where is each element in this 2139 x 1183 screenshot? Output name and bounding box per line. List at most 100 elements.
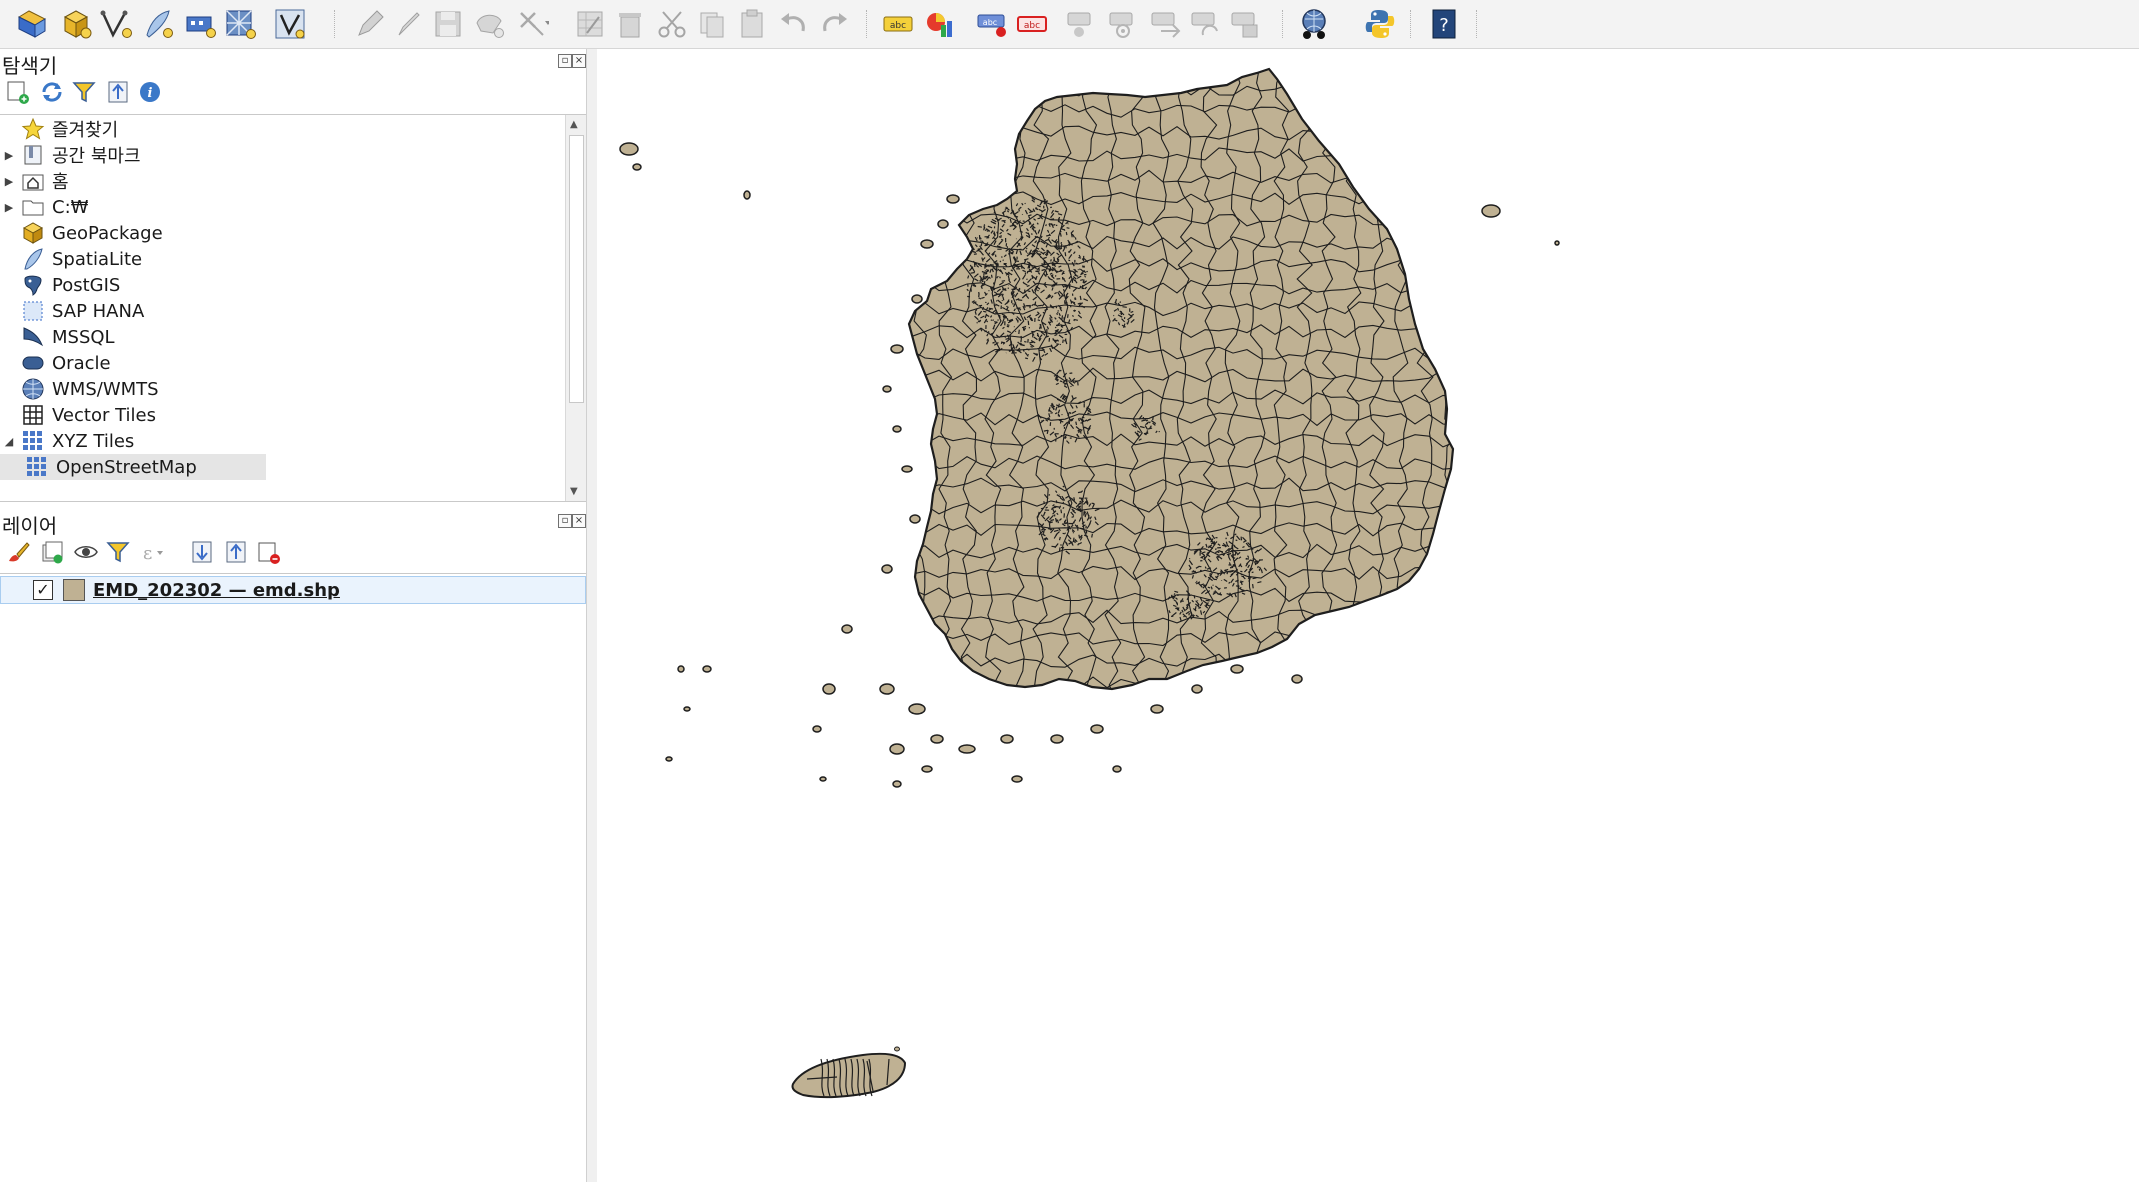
move-label-icon[interactable] bbox=[1064, 6, 1100, 42]
add-feature-icon[interactable] bbox=[472, 6, 508, 42]
refresh-icon[interactable] bbox=[38, 78, 66, 106]
layers-float-button[interactable]: ▫ bbox=[558, 514, 572, 528]
layer-name[interactable]: EMD_202302 — emd.shp bbox=[93, 580, 340, 601]
label-abc-icon[interactable]: abc bbox=[880, 6, 916, 42]
tree-expander[interactable]: ▶ bbox=[2, 175, 16, 188]
tree-expander[interactable]: ▶ bbox=[2, 149, 16, 162]
filter-legend-icon[interactable] bbox=[104, 538, 132, 566]
tree-item-c-drive[interactable]: ▶ C:₩ bbox=[0, 194, 560, 220]
open-project-icon[interactable] bbox=[14, 6, 50, 42]
edit-pencil-icon[interactable] bbox=[352, 6, 388, 42]
tree-expander[interactable]: ◢ bbox=[2, 435, 16, 448]
new-geopackage-layer-icon[interactable] bbox=[58, 6, 94, 42]
tree-item-home[interactable]: ▶ 홈 bbox=[0, 168, 560, 194]
modify-attributes-icon[interactable] bbox=[572, 6, 608, 42]
toolbar-separator bbox=[1410, 10, 1413, 38]
tree-item-wms-wmts[interactable]: WMS/WMTS bbox=[0, 376, 560, 402]
island bbox=[889, 743, 905, 755]
cut-icon[interactable] bbox=[654, 6, 690, 42]
xyz-tiles-icon bbox=[20, 428, 46, 454]
new-vector-layer-icon[interactable] bbox=[98, 6, 134, 42]
island bbox=[743, 190, 751, 200]
show-hide-labels-icon[interactable]: abc bbox=[1014, 6, 1050, 42]
rotate-label-icon[interactable] bbox=[1106, 6, 1142, 42]
help-icon[interactable]: ? bbox=[1426, 6, 1462, 42]
diagram-icon[interactable] bbox=[922, 6, 958, 42]
tree-item-xyz-tiles[interactable]: ◢ XYZ Tiles bbox=[0, 428, 560, 454]
geopackage-icon bbox=[20, 220, 46, 246]
island bbox=[683, 706, 691, 712]
map-canvas[interactable] bbox=[597, 49, 2139, 1182]
tree-item-favorites[interactable]: 즐겨찾기 bbox=[0, 116, 560, 142]
toggle-editing-icon[interactable] bbox=[390, 6, 426, 42]
layers-close-button[interactable]: × bbox=[572, 514, 586, 528]
home-folder-icon bbox=[20, 168, 46, 194]
expand-all-icon[interactable] bbox=[188, 538, 216, 566]
tree-item-geopackage[interactable]: GeoPackage bbox=[0, 220, 560, 246]
tree-item-label: XYZ Tiles bbox=[52, 430, 135, 452]
island bbox=[892, 425, 902, 433]
tree-item-mssql[interactable]: MSSQL bbox=[0, 324, 560, 350]
layer-visibility-checkbox[interactable]: ✓ bbox=[33, 580, 53, 600]
digitize-pen-icon[interactable] bbox=[140, 6, 176, 42]
plugins-icon[interactable] bbox=[1296, 6, 1332, 42]
python-console-icon[interactable] bbox=[1362, 6, 1398, 42]
tree-item-oracle[interactable]: Oracle bbox=[0, 350, 560, 376]
scroll-thumb[interactable] bbox=[569, 135, 584, 403]
manage-visibility-icon[interactable] bbox=[72, 538, 100, 566]
redo-icon[interactable] bbox=[816, 6, 852, 42]
properties-info-icon[interactable]: i bbox=[136, 78, 164, 106]
delete-selected-icon[interactable] bbox=[612, 6, 648, 42]
vertex-tool-icon[interactable] bbox=[514, 6, 550, 42]
label-props-icon[interactable] bbox=[1188, 6, 1224, 42]
filter-browser-icon[interactable] bbox=[70, 78, 98, 106]
new-virtual-layer-icon[interactable] bbox=[182, 6, 218, 42]
browser-close-button[interactable]: × bbox=[572, 54, 586, 68]
copy-icon[interactable] bbox=[694, 6, 730, 42]
tree-item-sap-hana[interactable]: SAP HANA bbox=[0, 298, 560, 324]
filter-expression-icon[interactable]: ε bbox=[138, 538, 166, 566]
collapse-all-icon[interactable] bbox=[104, 78, 132, 106]
svg-text:abc: abc bbox=[983, 18, 997, 27]
scroll-up-arrow[interactable]: ▲ bbox=[570, 119, 578, 130]
save-edits-icon[interactable] bbox=[430, 6, 466, 42]
tree-item-label: 공간 북마크 bbox=[52, 146, 141, 167]
layer-row[interactable]: ✓ EMD_202302 — emd.shp bbox=[0, 576, 586, 604]
tree-item-label: SAP HANA bbox=[52, 300, 145, 322]
pin-label-icon[interactable]: abc bbox=[974, 6, 1010, 42]
island bbox=[911, 294, 923, 304]
svg-text:i: i bbox=[148, 86, 153, 101]
new-raster-icon[interactable] bbox=[222, 6, 258, 42]
change-label-icon[interactable] bbox=[1148, 6, 1184, 42]
browser-tree[interactable]: 즐겨찾기 ▶ 공간 북마크 ▶ 홈 ▶ C:₩ GeoPackage Spati… bbox=[0, 114, 586, 502]
toolbar-separator bbox=[1282, 10, 1285, 38]
osm-tiles-icon bbox=[24, 454, 50, 480]
remove-layer-icon[interactable] bbox=[254, 538, 282, 566]
add-selected-layers-icon[interactable] bbox=[4, 78, 32, 106]
collapse-all-layers-icon[interactable] bbox=[222, 538, 250, 566]
vector-tool-icon[interactable] bbox=[272, 6, 308, 42]
browser-float-button[interactable]: ▫ bbox=[558, 54, 572, 68]
tree-item-label: C:₩ bbox=[52, 196, 89, 218]
island bbox=[1150, 704, 1164, 714]
tree-item-spatialite[interactable]: SpatiaLite bbox=[0, 246, 560, 272]
paste-icon[interactable] bbox=[734, 6, 770, 42]
browser-scrollbar[interactable]: ▲ ▼ bbox=[565, 115, 586, 501]
tree-item-label: 즐겨찾기 bbox=[52, 120, 119, 141]
island bbox=[1230, 664, 1244, 674]
undo-icon[interactable] bbox=[776, 6, 812, 42]
label-history-icon[interactable] bbox=[1228, 6, 1264, 42]
island bbox=[1112, 765, 1122, 773]
layer-symbol-swatch[interactable] bbox=[63, 579, 85, 601]
tree-item-spatial-bookmarks[interactable]: ▶ 공간 북마크 bbox=[0, 142, 560, 168]
layers-list[interactable]: ✓ EMD_202302 — emd.shp bbox=[0, 573, 586, 1183]
tree-item-vector-tiles[interactable]: Vector Tiles bbox=[0, 402, 560, 428]
tree-item-label: WMS/WMTS bbox=[52, 378, 159, 400]
tree-expander[interactable]: ▶ bbox=[2, 201, 16, 214]
scroll-down-arrow[interactable]: ▼ bbox=[570, 486, 578, 497]
style-brush-icon[interactable] bbox=[4, 538, 32, 566]
add-group-icon[interactable] bbox=[38, 538, 66, 566]
tree-item-postgis[interactable]: PostGIS bbox=[0, 272, 560, 298]
island bbox=[1481, 204, 1501, 218]
tree-item-openstreetmap[interactable]: OpenStreetMap bbox=[0, 454, 266, 480]
